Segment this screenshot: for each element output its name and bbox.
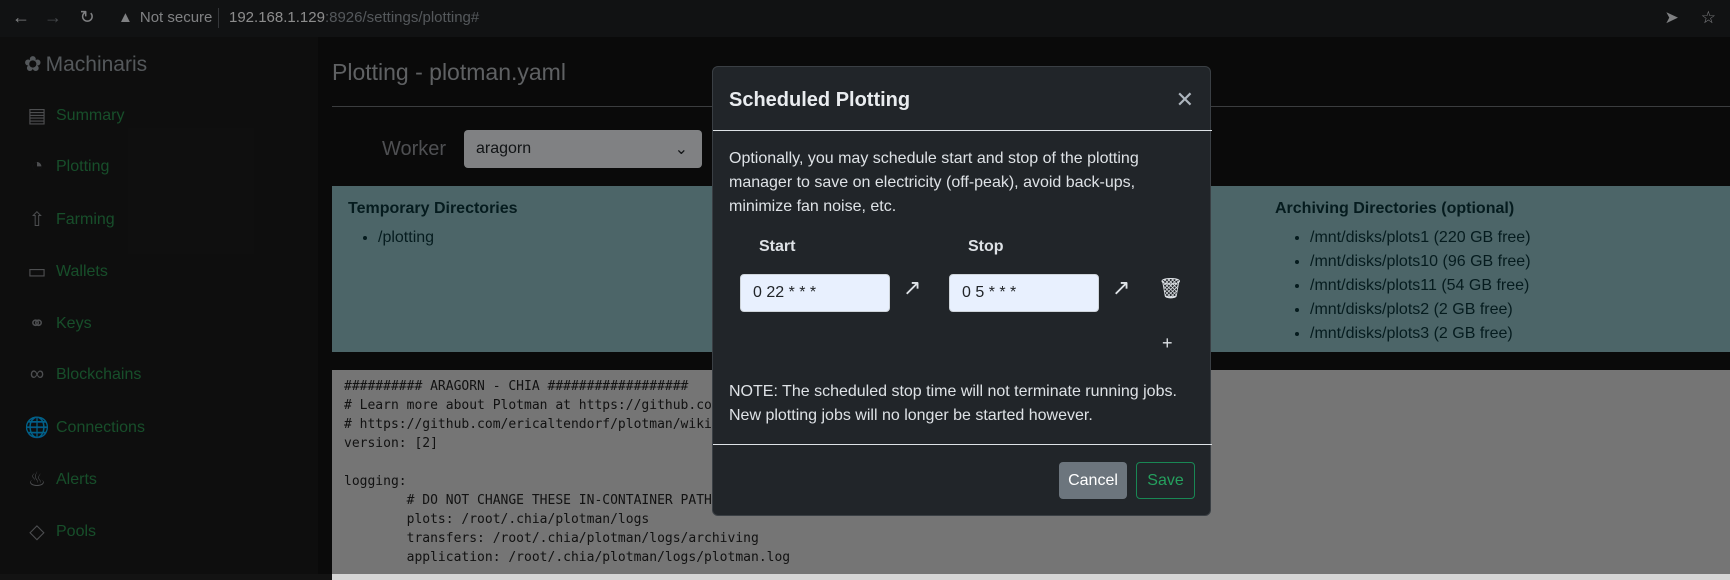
external-link-icon[interactable]: ↗	[903, 275, 921, 301]
trash-icon[interactable]: 🗑	[1158, 276, 1183, 301]
modal-footer-divider	[713, 444, 1212, 445]
cancel-button[interactable]: Cancel	[1059, 462, 1127, 499]
save-button[interactable]: Save	[1136, 462, 1195, 499]
start-label: Start	[759, 238, 796, 255]
modal-note: NOTE: The scheduled stop time will not t…	[729, 383, 1177, 424]
stop-cron-input[interactable]: 0 5 * * *	[949, 274, 1099, 312]
external-link-icon[interactable]: ↗	[1112, 275, 1130, 301]
close-icon[interactable]: ✕	[1176, 87, 1194, 113]
stop-label: Stop	[968, 238, 1004, 255]
add-schedule-icon[interactable]: +	[1162, 333, 1173, 354]
modal-description: Optionally, you may schedule start and s…	[729, 150, 1139, 215]
modal-header-divider	[713, 130, 1212, 131]
modal-title: Scheduled Plotting	[729, 89, 911, 111]
scheduled-plotting-modal: Scheduled Plotting ✕ Optionally, you may…	[712, 66, 1212, 516]
start-cron-input[interactable]: 0 22 * * *	[740, 274, 890, 312]
